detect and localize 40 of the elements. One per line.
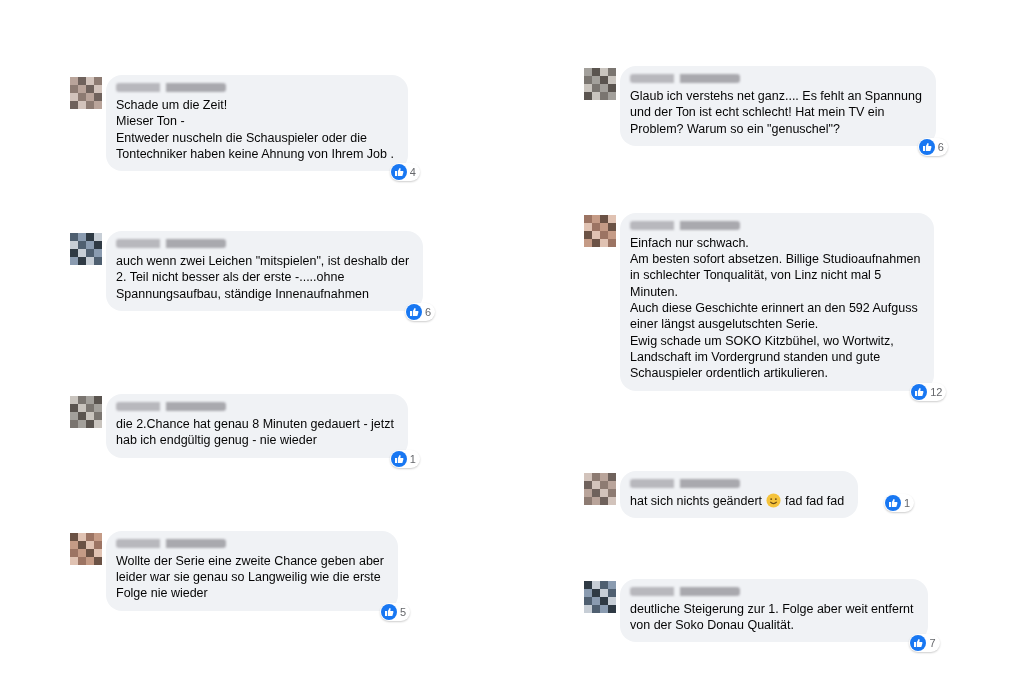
like-icon (390, 450, 407, 467)
like-count: 6 (937, 140, 944, 153)
like-badge[interactable]: 1 (389, 449, 420, 468)
like-count: 6 (424, 306, 432, 319)
avatar[interactable] (584, 472, 616, 505)
avatar[interactable] (70, 532, 102, 565)
like-badge[interactable]: 1 (884, 493, 915, 512)
avatar[interactable] (70, 396, 102, 429)
like-count: 1 (904, 496, 911, 509)
like-icon (380, 603, 397, 620)
avatar[interactable] (584, 214, 616, 247)
like-icon (405, 304, 422, 321)
comment-text: Schade um die Zeit! Mieser Ton - Entweder nuscheln die Schauspieler oder die Tontechniker haben keine Ahnung von Ihrem Job . (116, 97, 394, 163)
like-badge[interactable]: 6 (917, 137, 948, 156)
like-badge[interactable]: 7 (909, 634, 940, 653)
like-count: 4 (409, 166, 416, 179)
comment-text: auch wenn zwei Leichen "mitspielen", ist deshalb der 2. Teil nicht besser als der erste -.....ohne Spannungsaufbau, ständige Innenaufnahmen (116, 253, 410, 303)
like-icon (918, 138, 935, 155)
like-icon (390, 164, 407, 181)
comment-text: Wollte der Serie eine zweite Chance geben aber leider war sie genau so Langweilig wie die erste Folge nie wieder (116, 552, 384, 602)
like-icon (911, 383, 928, 400)
avatar[interactable] (70, 233, 102, 266)
like-icon (910, 635, 927, 652)
like-count: 12 (930, 385, 943, 398)
like-count: 7 (929, 637, 936, 650)
avatar[interactable] (584, 580, 616, 613)
comment-text: fad fad fad (785, 492, 845, 509)
like-badge[interactable]: 4 (389, 163, 420, 182)
comment-text: deutliche Steigerung zur 1. Folge aber weit entfernt von der Soko Donau Qualität. (630, 600, 914, 634)
like-badge[interactable]: 12 (910, 382, 947, 401)
smiley-icon (766, 493, 782, 509)
like-count: 5 (399, 605, 406, 618)
comment-text: hat sich nichts geändert (630, 492, 763, 509)
comment-text: Einfach nur schwach. Am besten sofort absetzen. Billige Studioaufnahmen in schlechter Tonqualität, von Linz nicht mal 5 Minuten. Auch diese Geschichte erinnert an den 592 Aufguss einer längst ausgelutschten Serie. Ewig schade um SOKO Kitzbühel, wo Wortwitz, Landschaft im Vordergrund standen und gute Schauspieler ordentlich artikulieren. (630, 234, 921, 382)
like-badge[interactable]: 6 (404, 303, 436, 322)
like-badge[interactable]: 5 (379, 602, 410, 621)
like-icon (885, 494, 901, 511)
comment-text: Glaub ich verstehs net ganz.... Es fehlt an Spannung und der Ton ist echt schlecht! Hat mein TV ein Problem? Warum so ein "genuschel"? (630, 88, 922, 137)
comment-text: die 2.Chance hat genau 8 Minuten gedauert - jetzt hab ich endgültig genug - nie wieder (116, 416, 394, 449)
like-count: 1 (409, 452, 416, 465)
